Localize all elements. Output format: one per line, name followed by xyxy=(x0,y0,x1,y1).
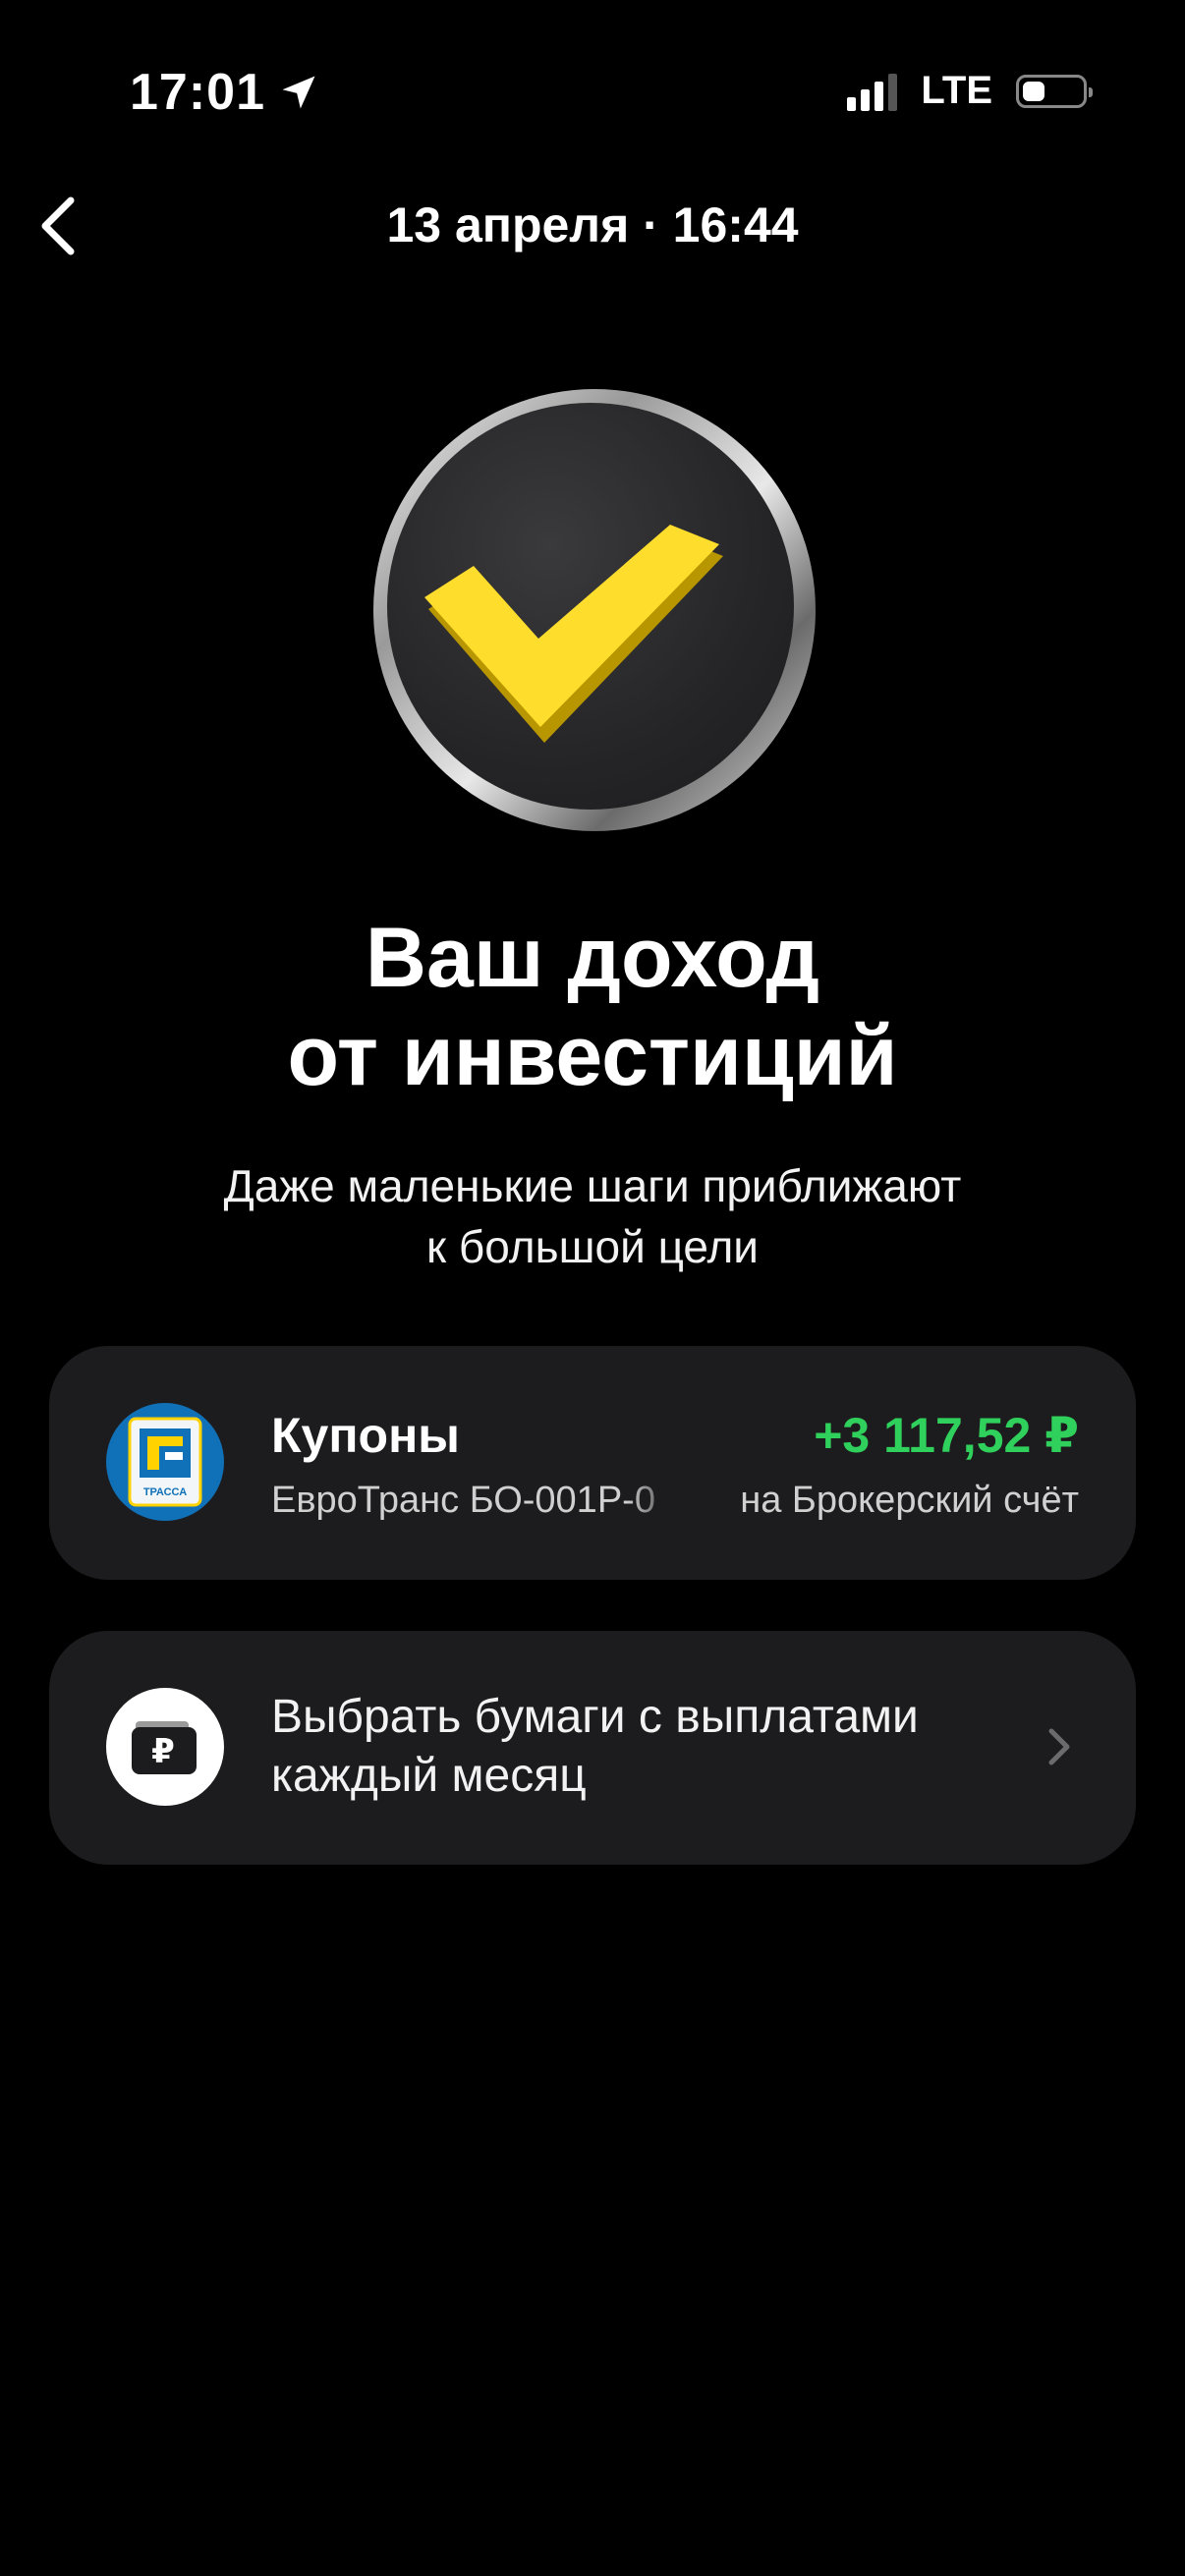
signal-icon xyxy=(847,72,898,111)
network-type: LTE xyxy=(921,69,992,112)
nav-title: 13 апреля · 16:44 xyxy=(386,197,799,252)
hero-title: Ваш доход от инвестиций xyxy=(0,909,1185,1105)
svg-text:₽: ₽ xyxy=(151,1732,175,1771)
hero-subtitle-line1: Даже маленькие шаги приближают xyxy=(223,1160,962,1211)
coupon-title: Купоны xyxy=(271,1408,460,1463)
choose-label-line2: каждый месяц xyxy=(271,1750,587,1802)
choose-label: Выбрать бумаги с выплатами каждый месяц xyxy=(271,1688,1018,1806)
status-time-text: 17:01 xyxy=(130,64,265,121)
status-time: 17:01 xyxy=(130,63,320,122)
location-arrow-icon xyxy=(282,76,315,109)
coupon-destination: на Брокерский счёт xyxy=(740,1480,1079,1521)
hero-title-line2: от инвестиций xyxy=(287,1009,898,1103)
coupon-amount: +3 117,52 ₽ xyxy=(814,1408,1079,1463)
issuer-logo: ТРАССА xyxy=(106,1403,224,1521)
coupon-card[interactable]: ТРАССА Купоны +3 117,52 ₽ ЕвроТранс БО-0… xyxy=(49,1346,1136,1580)
hero-subtitle-line2: к большой цели xyxy=(425,1221,759,1272)
wallet-ruble-icon: ₽ xyxy=(106,1688,224,1806)
issuer-logo-text: ТРАССА xyxy=(143,1486,187,1498)
choose-label-line1: Выбрать бумаги с выплатами xyxy=(271,1691,919,1743)
coupon-security-name: ЕвроТранс БО-001Р-0 xyxy=(271,1480,655,1521)
choose-monthly-securities-button[interactable]: ₽ Выбрать бумаги с выплатами каждый меся… xyxy=(49,1631,1136,1865)
status-indicators: LTE xyxy=(847,69,1093,113)
hero-title-line1: Ваш доход xyxy=(365,911,820,1005)
checkmark-coin-icon xyxy=(373,389,816,831)
chevron-right-icon xyxy=(1048,1728,1070,1765)
hero-subtitle: Даже маленькие шаги приближают к большой… xyxy=(0,1155,1185,1277)
battery-icon xyxy=(1016,74,1093,108)
